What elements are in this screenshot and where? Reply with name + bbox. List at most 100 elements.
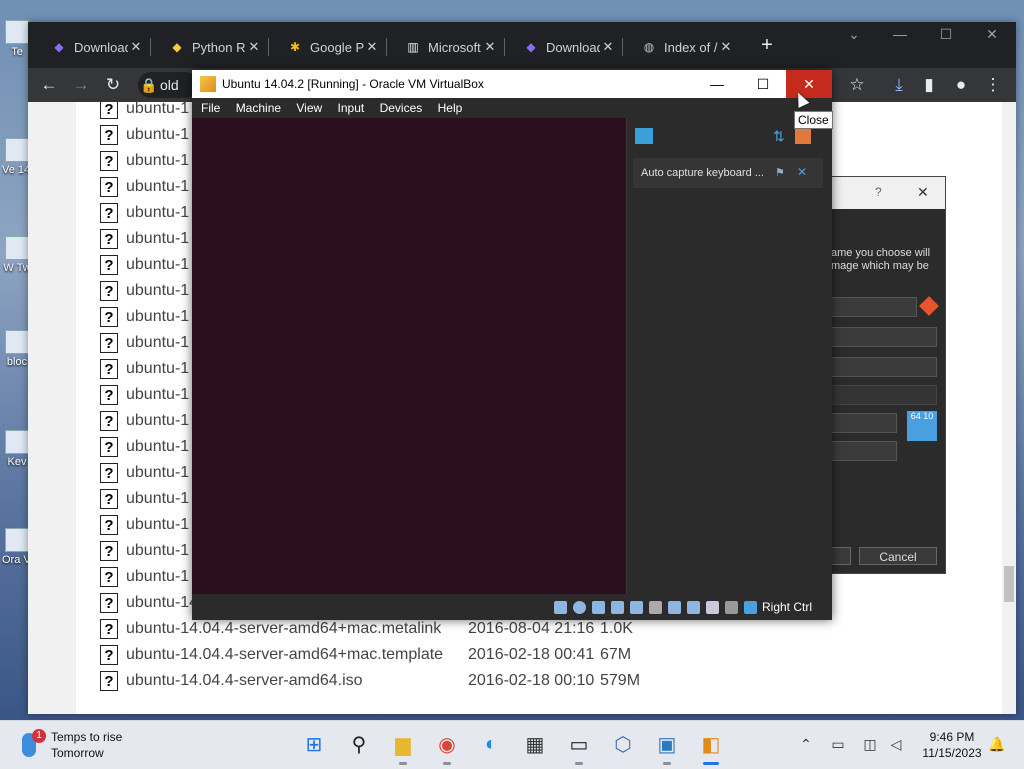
- scrollbar[interactable]: [1002, 102, 1016, 714]
- file-icon: [5, 430, 29, 454]
- close-tab-icon[interactable]: ✕: [246, 39, 262, 55]
- file-icon: [5, 20, 29, 44]
- notification-bell-icon[interactable]: 🔔: [988, 736, 1006, 754]
- maximize-icon[interactable]: ☐: [740, 70, 786, 98]
- clock[interactable]: 9:46 PM 11/15/2023: [920, 729, 984, 761]
- battery-icon[interactable]: ▭: [829, 736, 847, 754]
- close-tab-icon[interactable]: ✕: [718, 39, 734, 55]
- tab-index-of[interactable]: ◍ Index of / ✕: [622, 34, 740, 60]
- chrome-icon[interactable]: ◉: [434, 731, 460, 765]
- remote-desktop-icon[interactable]: ▣: [654, 731, 680, 765]
- mouse-integration-icon[interactable]: [725, 601, 738, 614]
- tab-google-photos[interactable]: ✱Google Ph✕: [268, 34, 387, 60]
- help-button[interactable]: ?: [875, 185, 882, 199]
- network-icon[interactable]: ◫: [861, 736, 879, 754]
- close-tab-icon[interactable]: ✕: [482, 39, 498, 55]
- bookmark-star-icon[interactable]: ☆: [846, 74, 868, 96]
- vbox-titlebar[interactable]: Ubuntu 14.04.2 [Running] - Oracle VM Vir…: [192, 70, 832, 98]
- scrollbar-thumb[interactable]: [1004, 566, 1014, 602]
- tab-download[interactable]: ◆ Download ✕: [32, 34, 151, 60]
- side-panel-icon[interactable]: ▮: [918, 74, 940, 96]
- edge-icon[interactable]: ◐: [478, 731, 504, 757]
- python-icon: ◆: [172, 40, 182, 54]
- menu-help[interactable]: Help: [438, 98, 463, 118]
- menu-view[interactable]: View: [296, 98, 322, 118]
- file-size: 1.0K: [600, 620, 633, 637]
- unknown-file-icon: ?: [100, 619, 118, 639]
- menu-icon[interactable]: ⋮: [982, 74, 1004, 96]
- file-link[interactable]: ubuntu-14.04.4-server-amd64.iso: [126, 672, 468, 690]
- tab-python[interactable]: ◆Python Re✕: [150, 34, 269, 60]
- finish-button[interactable]: [831, 547, 851, 565]
- start-icon[interactable]: ⊞: [301, 731, 327, 757]
- reload-icon[interactable]: ↻: [102, 74, 124, 96]
- type-select[interactable]: [831, 413, 897, 433]
- unknown-file-icon: ?: [100, 102, 118, 119]
- window-title: Ubuntu 14.04.2 [Running] - Oracle VM Vir…: [222, 77, 484, 91]
- iso-select[interactable]: [831, 357, 937, 377]
- name-field[interactable]: [831, 297, 917, 317]
- tab-microsoft[interactable]: ▥ Microsoft ✕: [386, 34, 505, 60]
- volume-icon[interactable]: ◁: [887, 736, 905, 754]
- close-tab-icon[interactable]: ✕: [128, 39, 144, 55]
- back-icon[interactable]: ←: [38, 74, 60, 96]
- file-explorer-icon[interactable]: ▆: [390, 731, 416, 765]
- file-date: 2016-02-18 00:10: [468, 672, 595, 689]
- version-select[interactable]: [831, 441, 897, 461]
- folder-select[interactable]: [831, 327, 937, 347]
- menu-file[interactable]: File: [201, 98, 220, 118]
- audio-icon[interactable]: [592, 601, 605, 614]
- address-bar[interactable]: 🔒 old: [138, 72, 198, 98]
- close-tab-icon[interactable]: ✕: [364, 39, 380, 55]
- minimize-icon[interactable]: —: [694, 70, 740, 98]
- optical-drive-icon[interactable]: [573, 601, 586, 614]
- cube-icon[interactable]: ⬡: [610, 731, 636, 757]
- new-tab-button[interactable]: +: [754, 34, 780, 57]
- file-date: 2016-02-18 00:41: [468, 646, 595, 663]
- unknown-file-icon: ?: [100, 515, 118, 535]
- close-icon[interactable]: ✕: [972, 26, 1012, 43]
- message-icon[interactable]: [635, 128, 653, 144]
- display-icon[interactable]: [668, 601, 681, 614]
- close-tab-icon[interactable]: ✕: [600, 39, 616, 55]
- downloads-icon[interactable]: ⤓: [888, 74, 910, 96]
- search-icon[interactable]: ⚲: [346, 731, 372, 757]
- file-link[interactable]: ubuntu-14.04.4-server-amd64+mac.template: [126, 646, 468, 664]
- network-icon[interactable]: [611, 601, 624, 614]
- vm-display[interactable]: = ☺: [192, 118, 626, 617]
- pin-icon[interactable]: ⚑: [775, 166, 785, 179]
- video-capture-icon[interactable]: [687, 601, 700, 614]
- unknown-file-icon: ?: [100, 307, 118, 327]
- menu-input[interactable]: Input: [338, 98, 365, 118]
- host-key-icon[interactable]: [744, 601, 757, 614]
- notification-badge: 1: [32, 729, 46, 743]
- dialog-close-button[interactable]: ✕: [917, 184, 929, 201]
- clear-all-icon[interactable]: [795, 128, 811, 144]
- menu-machine[interactable]: Machine: [236, 98, 281, 118]
- tab-download-2[interactable]: ◆ Download ✕: [504, 34, 623, 60]
- shared-folders-icon[interactable]: [649, 601, 662, 614]
- minimize-icon[interactable]: —: [880, 26, 920, 42]
- forward-icon[interactable]: →: [70, 74, 92, 96]
- usb-icon[interactable]: [630, 601, 643, 614]
- sort-icon[interactable]: ⇅: [773, 128, 787, 144]
- unknown-file-icon: ?: [100, 437, 118, 457]
- terminal-icon[interactable]: ▭: [566, 731, 592, 765]
- host-key-label: Right Ctrl: [762, 600, 813, 614]
- close-notification-icon[interactable]: ✕: [797, 165, 807, 179]
- bank-icon: ▥: [407, 40, 419, 54]
- menu-devices[interactable]: Devices: [380, 98, 423, 118]
- hard-disk-icon[interactable]: [554, 601, 567, 614]
- notepad-icon[interactable]: ▦: [522, 731, 548, 757]
- maximize-icon[interactable]: ☐: [926, 26, 966, 43]
- weather-widget[interactable]: 1 Temps to rise Tomorrow: [22, 727, 162, 763]
- cancel-button[interactable]: Cancel: [859, 547, 937, 565]
- vt-x-icon[interactable]: [706, 601, 719, 614]
- edition-select[interactable]: [831, 385, 937, 405]
- file-link[interactable]: ubuntu-14.04.4-server-amd64+mac.metalink: [126, 620, 468, 638]
- virtualbox-taskbar-icon[interactable]: ◧: [698, 731, 724, 765]
- tab-search-icon[interactable]: ⌄: [834, 26, 874, 43]
- chevron-up-icon[interactable]: ⌃: [797, 736, 815, 754]
- profile-icon[interactable]: ●: [950, 74, 972, 96]
- unknown-file-icon: ?: [100, 359, 118, 379]
